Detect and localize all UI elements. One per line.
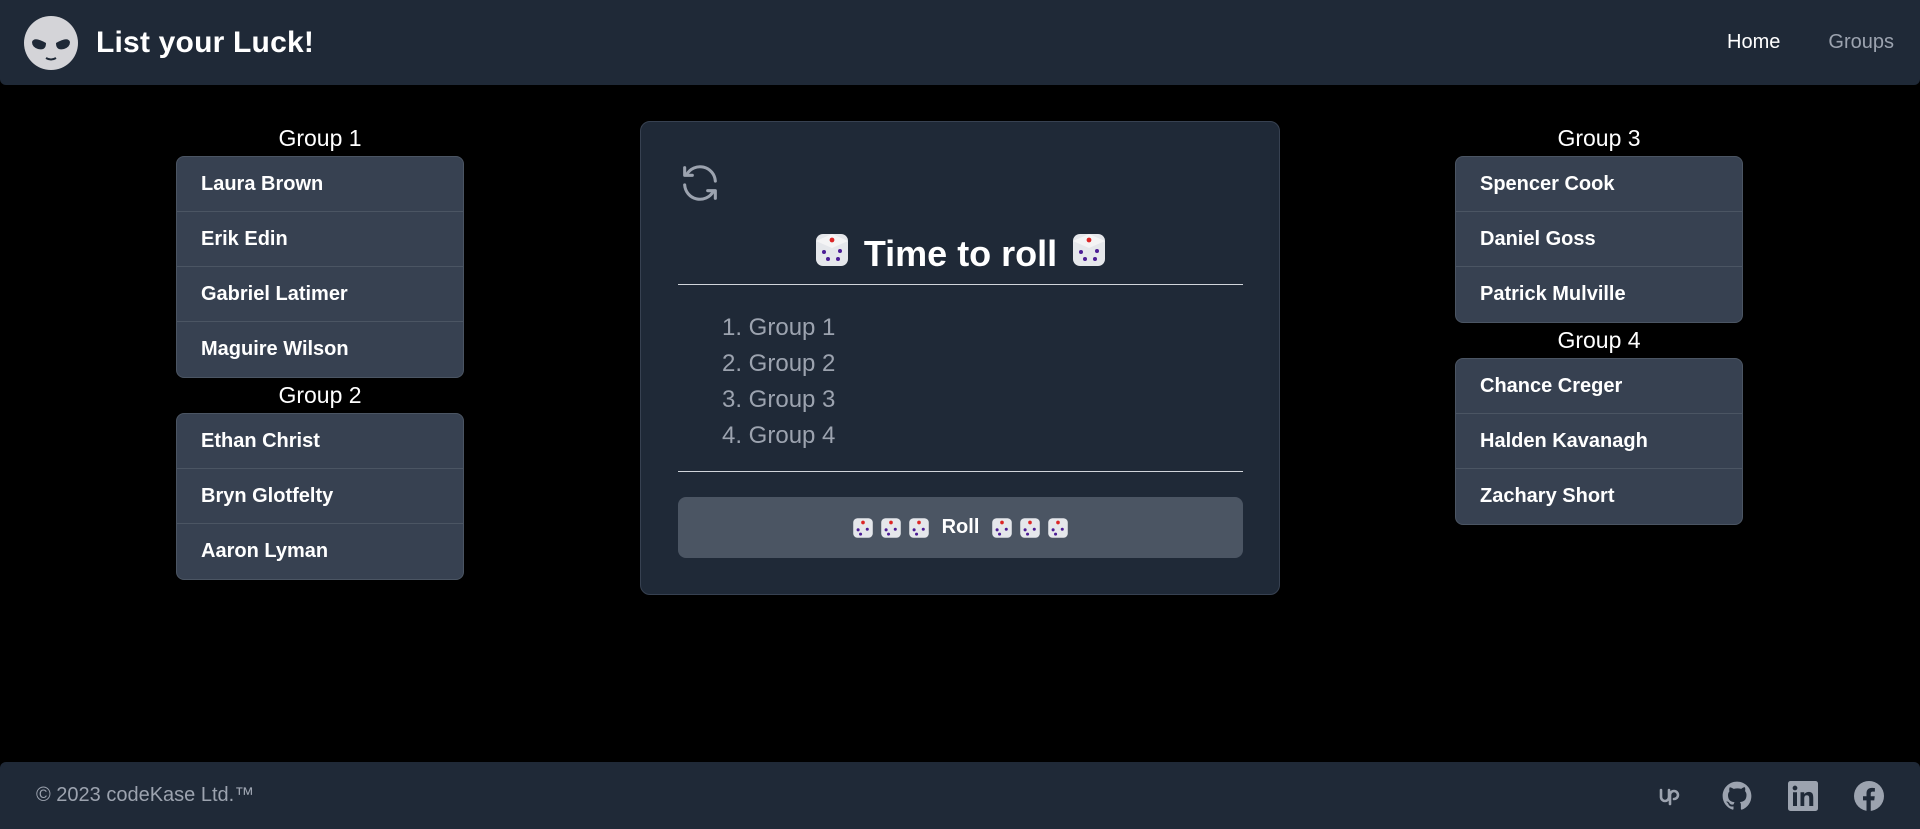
refresh-icon[interactable] <box>677 160 723 206</box>
divider <box>678 284 1243 285</box>
dice-icon <box>1048 517 1069 538</box>
github-icon[interactable] <box>1722 781 1752 811</box>
list-item: 2. Group 2 <box>722 350 836 377</box>
linkedin-icon[interactable] <box>1788 780 1818 811</box>
group-3-panel: Group 3 Spencer Cook Daniel Goss Patrick… <box>1455 120 1743 323</box>
dice-icon <box>908 517 929 538</box>
roll-button[interactable]: Roll <box>678 497 1243 558</box>
copyright-text: © 2023 codeKase Ltd.™ <box>36 784 255 806</box>
list-item[interactable]: Daniel Goss <box>1456 212 1742 267</box>
list-item[interactable]: Laura Brown <box>177 157 463 212</box>
social-links <box>1656 780 1884 811</box>
list-item[interactable]: Ethan Christ <box>177 414 463 469</box>
list-item[interactable]: Aaron Lyman <box>177 524 463 579</box>
group-title: Group 2 <box>278 382 362 408</box>
list-item[interactable]: Erik Edin <box>177 212 463 267</box>
group-title: Group 3 <box>1557 125 1641 151</box>
list-item[interactable]: Chance Creger <box>1456 359 1742 414</box>
group-1-panel: Group 1 Laura Brown Erik Edin Gabriel La… <box>176 120 464 378</box>
brand[interactable]: List your Luck! <box>24 15 315 70</box>
dice-icon <box>852 517 873 538</box>
dice-icon <box>880 517 901 538</box>
alien-icon <box>24 15 78 70</box>
main-nav: Home Groups <box>1727 31 1896 54</box>
list-item[interactable]: Patrick Mulville <box>1456 267 1742 322</box>
group-title: Group 1 <box>278 125 362 151</box>
list-item[interactable]: Bryn Glotfelty <box>177 469 463 524</box>
footer: © 2023 codeKase Ltd.™ <box>0 762 1920 829</box>
card-title: Time to roll <box>678 224 1243 284</box>
group-4-panel: Group 4 Chance Creger Halden Kavanagh Za… <box>1455 322 1743 525</box>
member-list: Spencer Cook Daniel Goss Patrick Mulvill… <box>1455 156 1743 323</box>
card-title-text: Time to roll <box>863 233 1058 274</box>
list-item[interactable]: Spencer Cook <box>1456 157 1742 212</box>
nav-home-link[interactable]: Home <box>1727 31 1780 54</box>
list-item: 1. Group 1 <box>722 314 836 341</box>
dice-icon <box>992 517 1013 538</box>
list-item[interactable]: Zachary Short <box>1456 469 1742 524</box>
roll-order-list: 1. Group 1 2. Group 2 3. Group 3 4. Grou… <box>722 310 835 454</box>
roll-card: Time to roll 1. Group 1 2. Group 2 3. Gr… <box>640 121 1280 595</box>
upwork-icon[interactable] <box>1656 781 1686 811</box>
roll-button-label: Roll <box>941 516 980 538</box>
list-item[interactable]: Gabriel Latimer <box>177 267 463 322</box>
top-navbar: List your Luck! Home Groups <box>0 0 1920 85</box>
group-2-panel: Group 2 Ethan Christ Bryn Glotfelty Aaro… <box>176 377 464 580</box>
list-item: 4. Group 4 <box>722 422 836 449</box>
nav-groups-link[interactable]: Groups <box>1828 31 1894 54</box>
dice-icon <box>1071 232 1107 277</box>
dice-icon <box>814 232 850 277</box>
list-item[interactable]: Maguire Wilson <box>177 322 463 377</box>
list-item[interactable]: Halden Kavanagh <box>1456 414 1742 469</box>
app-title: List your Luck! <box>96 25 315 59</box>
list-item: 3. Group 3 <box>722 386 836 413</box>
member-list: Ethan Christ Bryn Glotfelty Aaron Lyman <box>176 413 464 580</box>
member-list: Chance Creger Halden Kavanagh Zachary Sh… <box>1455 358 1743 525</box>
dice-icon <box>1020 517 1041 538</box>
facebook-icon[interactable] <box>1854 780 1884 811</box>
divider <box>678 471 1243 472</box>
group-title: Group 4 <box>1557 327 1641 353</box>
member-list: Laura Brown Erik Edin Gabriel Latimer Ma… <box>176 156 464 378</box>
